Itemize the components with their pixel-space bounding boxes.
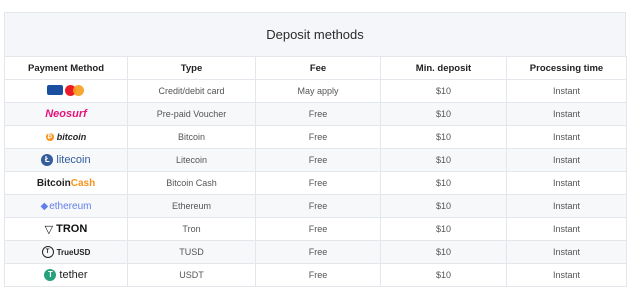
min-deposit-cell: $10 — [380, 102, 507, 126]
header-min-deposit: Min. deposit — [380, 56, 507, 80]
fee-cell: Free — [255, 148, 381, 172]
payment-method-cell: T TrueUSD — [4, 240, 128, 264]
fee-cell: Free — [255, 240, 381, 264]
fee-cell: May apply — [255, 79, 381, 103]
processing-time-cell: Instant — [506, 217, 627, 241]
litecoin-icon: Ł — [41, 154, 54, 166]
ethereum-icon: ◆ — [40, 200, 49, 212]
min-deposit-cell: $10 — [380, 263, 507, 287]
fee-cell: Free — [255, 194, 381, 218]
min-deposit-cell: $10 — [380, 148, 507, 172]
payment-method-cell: ◆ ethereum — [4, 194, 128, 218]
payment-method-cell: ₿ bitcoin — [4, 125, 128, 149]
type-cell: TUSD — [127, 240, 256, 264]
ethereum-logo: ◆ ethereum — [41, 201, 92, 212]
trueusd-logo: T TrueUSD — [41, 246, 91, 258]
header-type: Type — [127, 56, 256, 80]
processing-time-cell: Instant — [506, 171, 627, 195]
fee-cell: Free — [255, 125, 381, 149]
neosurf-logo: Neosurf — [45, 108, 87, 120]
min-deposit-cell: $10 — [380, 194, 507, 218]
type-cell: Ethereum — [127, 194, 256, 218]
bitcoin-icon: ₿ — [45, 133, 54, 142]
trueusd-logo-text: TrueUSD — [56, 247, 91, 257]
table-row: Credit/debit card May apply $10 Instant — [4, 79, 627, 103]
type-cell: Bitcoin Cash — [127, 171, 256, 195]
payment-method-cell: T tether — [4, 263, 128, 287]
deposit-methods-panel: Deposit methods Payment Method Type Fee … — [4, 12, 627, 287]
processing-time-cell: Instant — [506, 125, 627, 149]
tether-logo-text: tether — [59, 269, 88, 281]
table-row: Neosurf Pre-paid Voucher Free $10 Instan… — [4, 102, 627, 126]
payment-method-cell: Bitcoin Cash — [4, 171, 128, 195]
header-processing-time: Processing time — [506, 56, 627, 80]
fee-cell: Free — [255, 102, 381, 126]
table-row: ₿ bitcoin Bitcoin Free $10 Instant — [4, 125, 627, 149]
type-cell: Pre-paid Voucher — [127, 102, 256, 126]
tron-logo-text: TRON — [56, 223, 88, 235]
tron-logo: ▽ TRON — [45, 223, 88, 236]
deposit-methods-table: Payment Method Type Fee Min. deposit Pro… — [4, 56, 627, 287]
processing-time-cell: Instant — [506, 79, 627, 103]
tether-logo: T tether — [44, 269, 88, 281]
table-header-row: Payment Method Type Fee Min. deposit Pro… — [4, 56, 627, 80]
processing-time-cell: Instant — [506, 263, 627, 287]
mastercard-icon — [65, 84, 85, 96]
payment-method-cell: ▽ TRON — [4, 217, 128, 241]
ethereum-logo-text: ethereum — [49, 200, 92, 212]
table-row: ▽ TRON Tron Free $10 Instant — [4, 217, 627, 241]
min-deposit-cell: $10 — [380, 217, 507, 241]
table-row: ◆ ethereum Ethereum Free $10 Instant — [4, 194, 627, 218]
visa-icon — [47, 85, 63, 96]
min-deposit-cell: $10 — [380, 171, 507, 195]
type-cell: Tron — [127, 217, 256, 241]
tron-icon: ▽ — [44, 223, 54, 236]
min-deposit-cell: $10 — [380, 240, 507, 264]
bitcoin-logo: ₿ bitcoin — [45, 132, 87, 143]
litecoin-logo: Ł litecoin — [41, 154, 91, 166]
bitcoin-logo-text: bitcoin — [56, 132, 87, 143]
processing-time-cell: Instant — [506, 102, 627, 126]
bitcoincash-logo-text-a: Bitcoin — [36, 177, 71, 189]
type-cell: Credit/debit card — [127, 79, 256, 103]
fee-cell: Free — [255, 217, 381, 241]
processing-time-cell: Instant — [506, 148, 627, 172]
bitcoincash-logo-text-b: Cash — [70, 177, 96, 189]
processing-time-cell: Instant — [506, 240, 627, 264]
processing-time-cell: Instant — [506, 194, 627, 218]
payment-method-cell: Ł litecoin — [4, 148, 128, 172]
visa-mastercard-logo — [47, 84, 85, 96]
header-fee: Fee — [255, 56, 381, 80]
litecoin-logo-text: litecoin — [56, 154, 91, 166]
type-cell: Litecoin — [127, 148, 256, 172]
trueusd-icon: T — [41, 246, 54, 258]
fee-cell: Free — [255, 263, 381, 287]
table-row: T tether USDT Free $10 Instant — [4, 263, 627, 287]
type-cell: Bitcoin — [127, 125, 256, 149]
fee-cell: Free — [255, 171, 381, 195]
tether-icon: T — [44, 269, 57, 281]
table-caption: Deposit methods — [4, 12, 626, 56]
min-deposit-cell: $10 — [380, 125, 507, 149]
table-row: T TrueUSD TUSD Free $10 Instant — [4, 240, 627, 264]
min-deposit-cell: $10 — [380, 79, 507, 103]
bitcoincash-logo: Bitcoin Cash — [37, 178, 95, 189]
table-row: Bitcoin Cash Bitcoin Cash Free $10 Instan… — [4, 171, 627, 195]
table-row: Ł litecoin Litecoin Free $10 Instant — [4, 148, 627, 172]
neosurf-logo-text: Neosurf — [45, 108, 87, 120]
header-payment-method: Payment Method — [4, 56, 128, 80]
payment-method-cell — [4, 79, 128, 103]
type-cell: USDT — [127, 263, 256, 287]
payment-method-cell: Neosurf — [4, 102, 128, 126]
